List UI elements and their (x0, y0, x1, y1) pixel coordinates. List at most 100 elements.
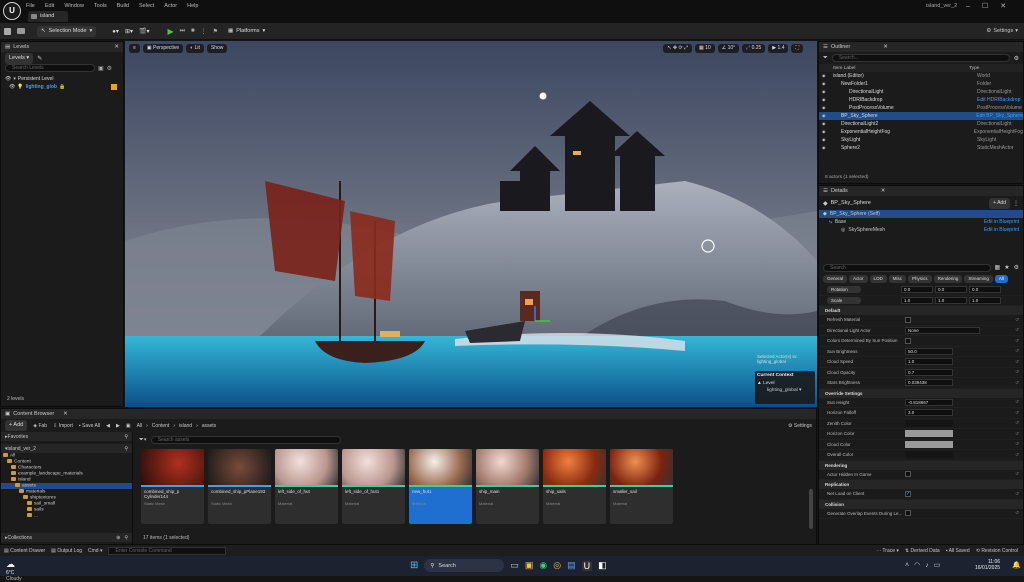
reset-icon[interactable]: ↺ (1015, 380, 1019, 386)
reset-icon[interactable]: ↺ (1015, 431, 1019, 437)
details-tab[interactable]: ☰ Details ✕ (819, 186, 1023, 196)
minimize-icon[interactable]: – (966, 3, 970, 10)
selection-mode-dropdown[interactable]: ↖ Selection Mode ▾ (37, 25, 97, 37)
reset-icon[interactable]: ↺ (1015, 338, 1019, 344)
unreal-logo-icon[interactable]: U (3, 2, 21, 20)
transform-value[interactable]: 0.0 (901, 286, 933, 294)
breadcrumb-item[interactable]: island (179, 423, 192, 429)
launch-icon[interactable]: ⚑ (213, 28, 218, 35)
reset-icon[interactable]: ↺ (1015, 369, 1019, 375)
table-row[interactable]: ◉ BP_Sky_Sphere Edit BP_Sky_Sphere (819, 112, 1023, 120)
step-icon[interactable]: ⏭ (180, 28, 185, 35)
lit-button[interactable]: ◐ Lit (186, 44, 204, 53)
viewport-options-button[interactable]: ≡ (129, 44, 140, 53)
grid-snap-button[interactable]: ▦ 10 (695, 44, 715, 53)
section-header[interactable]: Replication (819, 480, 1023, 489)
cinematics-icon[interactable]: 🎬▾ (139, 28, 149, 35)
checkbox[interactable] (905, 337, 911, 344)
tab-rendering[interactable]: Rendering (933, 275, 963, 283)
property-value[interactable]: None (905, 326, 980, 334)
tab-actor[interactable]: Actor (849, 275, 868, 283)
cmd-dropdown[interactable]: Cmd ▾ (88, 548, 102, 554)
eye-icon[interactable]: ◉ (819, 120, 827, 128)
search-icon[interactable]: ⚲ (124, 433, 128, 441)
asset-tile[interactable]: smaller_sail Material (610, 449, 673, 524)
clock[interactable]: 11:06 16/01/2025 (975, 559, 1000, 571)
edge-icon[interactable]: ◉ (539, 560, 547, 571)
folder-item[interactable]: ... (1, 513, 132, 519)
color-swatch[interactable] (905, 430, 953, 438)
outliner-tab[interactable]: ☰ Outliner ✕ (819, 42, 1023, 52)
list-item[interactable]: 👁 💡 lighting_glob 🔒 (1, 83, 123, 91)
favorites-header[interactable]: ▸ Favorites ⚲ (1, 432, 132, 441)
menu-actor[interactable]: Actor (164, 3, 177, 9)
reset-icon[interactable]: ↺ (1015, 420, 1019, 426)
scrollbar[interactable] (809, 489, 813, 529)
menu-window[interactable]: Window (64, 3, 84, 9)
trace-button[interactable]: ⋯ Trace ▾ (876, 548, 899, 554)
breadcrumb-item[interactable]: Content (152, 423, 170, 429)
document-tab[interactable]: island (28, 11, 68, 22)
play-options-icon[interactable]: ⋮ (201, 28, 207, 35)
transform-value[interactable]: 1.0 (969, 296, 1001, 304)
reset-icon[interactable]: ↺ (1015, 399, 1019, 405)
component-base[interactable]: ⤷ Base Edit in Blueprint (819, 218, 1023, 226)
reset-icon[interactable]: ↺ (1015, 441, 1019, 447)
settings-button[interactable]: ⚙ Settings ▾ (986, 28, 1018, 34)
show-button[interactable]: Show (206, 44, 228, 53)
scale-snap-button[interactable]: ⤢ 0.25 (742, 44, 766, 53)
reset-icon[interactable]: ↺ (1015, 410, 1019, 416)
close-icon[interactable]: ✕ (881, 186, 886, 196)
import-button[interactable]: ⇩ Import (53, 423, 73, 429)
tab-physics[interactable]: Physics (908, 275, 932, 283)
eye-icon[interactable]: ◉ (819, 80, 827, 88)
section-header[interactable]: Collision (819, 499, 1023, 509)
folder-icon[interactable]: ▣ (98, 65, 104, 72)
details-search-input[interactable]: Search (823, 263, 991, 272)
epic-launcher-icon[interactable]: ◧ (598, 560, 607, 571)
tab-lod[interactable]: LOD (869, 275, 887, 283)
search-icon[interactable]: ⚲ (124, 445, 128, 453)
star-icon[interactable]: ★ (1004, 264, 1009, 271)
close-icon[interactable]: ✕ (883, 42, 888, 52)
breadcrumb-item[interactable]: assets (202, 423, 216, 429)
blueprint-icon[interactable]: ⊞▾ (125, 28, 133, 35)
checkbox[interactable] (905, 316, 911, 323)
windows-start-icon[interactable]: ⊞ (410, 560, 418, 571)
reset-icon[interactable]: ↺ (1015, 452, 1019, 458)
property-value[interactable]: 50.0 (905, 347, 953, 355)
component-mesh[interactable]: ◎ SkySphereMesh Edit in Blueprint (819, 226, 1023, 234)
color-swatch[interactable] (905, 419, 953, 427)
reset-icon[interactable]: ↺ (1015, 327, 1019, 333)
save-icon[interactable] (4, 27, 11, 35)
save-status[interactable]: ▪ All Saved (946, 548, 970, 554)
asset-tile[interactable]: combined_ship_p Cylinder144 Static Mesh (141, 449, 204, 524)
section-header[interactable]: Rendering (819, 460, 1023, 470)
add-actor-icon[interactable]: ●▾ (112, 28, 119, 35)
table-row[interactable]: ◉ HDRIBackdrop Edit HDRIBackdrop (819, 96, 1023, 104)
eye-icon[interactable]: ◉ (819, 136, 827, 144)
asset-tile[interactable]: combined_ship_pPlane193 Static Mesh (208, 449, 271, 524)
eye-icon[interactable]: 👁 (5, 75, 11, 83)
table-row[interactable]: ◉ SkyLight SkyLight (819, 136, 1023, 144)
revision-control-button[interactable]: ⟲ Revision Control (976, 548, 1018, 554)
play-icon[interactable]: ▶ (167, 27, 173, 36)
content-icon[interactable] (17, 28, 25, 34)
rotation-snap-button[interactable]: ∠ 10° (717, 44, 740, 53)
asset-tile[interactable]: left_side_of_hut Material (275, 449, 338, 524)
volume-icon[interactable]: ♪ (925, 562, 929, 569)
tab-general[interactable]: General (823, 275, 848, 283)
property-value[interactable]: 0.7 (905, 368, 953, 376)
forward-icon[interactable]: ▶ (116, 423, 120, 429)
reset-icon[interactable]: ↺ (1015, 359, 1019, 365)
checkbox[interactable] (905, 510, 911, 517)
platforms-dropdown[interactable]: ▦ Platforms ▾ (224, 26, 269, 37)
add-component-button[interactable]: + Add (989, 197, 1010, 209)
property-value[interactable]: -0.818667 (905, 398, 953, 406)
output-log-button[interactable]: ▤ Output Log (51, 548, 82, 554)
level-color-swatch[interactable] (111, 84, 117, 90)
levels-tab[interactable]: ▤ Levels ✕ (1, 42, 123, 52)
transform-tools[interactable]: ↖ ✥ ⟳ ⤢ (663, 44, 693, 53)
transform-label[interactable]: Scale (827, 296, 861, 304)
save-all-button[interactable]: ▪ Save All (79, 423, 100, 429)
